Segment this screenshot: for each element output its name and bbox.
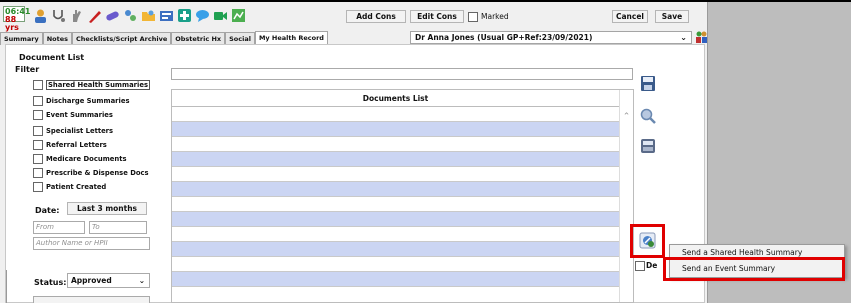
checkbox[interactable] — [33, 168, 43, 178]
filter-specialist-letters[interactable]: Specialist Letters — [33, 126, 113, 137]
filter-referral-letters[interactable]: Referral Letters — [33, 140, 107, 151]
save-button[interactable]: Save — [655, 10, 689, 23]
checkbox[interactable] — [33, 182, 43, 192]
message-icon[interactable] — [158, 7, 174, 23]
cancel-button[interactable]: Cancel — [612, 10, 648, 23]
search-button[interactable] — [33, 296, 150, 303]
list-item[interactable] — [172, 167, 619, 182]
tab-strip: Summary Notes Checklists/Script Archive … — [0, 31, 328, 45]
scroll-up-icon[interactable]: ⌃ — [620, 112, 633, 122]
documents-list[interactable]: Documents List ⌃ — [171, 89, 634, 303]
filter-label: Event Summaries — [46, 111, 113, 119]
marked-checkbox[interactable] — [468, 12, 478, 22]
filter-patient-created[interactable]: Patient Created — [33, 182, 106, 193]
list-item[interactable] — [172, 107, 619, 122]
filter-prescribe-dispense[interactable]: Prescribe & Dispense Docs — [33, 168, 149, 179]
send-document-icon[interactable] — [639, 232, 656, 249]
checkbox[interactable] — [33, 140, 43, 150]
sms-icon[interactable] — [194, 7, 210, 23]
add-icon[interactable] — [176, 7, 192, 23]
list-item[interactable] — [172, 182, 619, 197]
list-item[interactable] — [172, 197, 619, 212]
event-summary-highlight — [663, 257, 845, 281]
provider-select[interactable]: Dr Anna Jones (Usual GP+Ref:23/09/2021) … — [410, 31, 692, 44]
date-to-input[interactable]: To — [89, 221, 147, 234]
list-item[interactable] — [172, 227, 619, 242]
status-select[interactable]: Approved ⌄ — [67, 273, 150, 288]
marked-checkbox-group[interactable]: Marked — [468, 11, 509, 23]
checkbox[interactable] — [635, 261, 645, 271]
list-item[interactable] — [172, 152, 619, 167]
list-item[interactable] — [172, 212, 619, 227]
list-item[interactable] — [172, 137, 619, 152]
folder-icon[interactable] — [140, 7, 156, 23]
add-cons-button[interactable]: Add Cons — [346, 10, 406, 23]
magnifier-icon[interactable] — [640, 108, 656, 124]
date-label: Date: — [35, 206, 60, 215]
save-disk-icon[interactable] — [640, 75, 656, 92]
pill-icon[interactable] — [104, 7, 120, 23]
video-icon[interactable] — [212, 7, 228, 23]
checkbox[interactable] — [33, 96, 43, 106]
filter-label: Discharge Summaries — [46, 97, 130, 105]
filter-label: Medicare Documents — [46, 155, 127, 163]
list-item[interactable] — [172, 242, 619, 257]
author-input[interactable]: Author Name or HPII — [33, 237, 150, 250]
filter-event-summaries[interactable]: Event Summaries — [33, 110, 113, 121]
status-label: Status: — [34, 278, 67, 287]
patient-time-age: 06:41 88 yrs — [3, 6, 30, 32]
pen-icon[interactable] — [86, 7, 102, 23]
panel-divider — [6, 270, 9, 303]
chevron-down-icon: ⌄ — [680, 33, 687, 42]
filter-label: Specialist Letters — [46, 127, 114, 135]
marked-label: Marked — [481, 12, 509, 21]
filter-shared-health-summaries[interactable]: Shared Health Summaries — [33, 80, 151, 91]
chevron-down-icon: ⌄ — [138, 276, 145, 285]
patient-icon[interactable] — [32, 7, 48, 23]
filter-label: Patient Created — [46, 183, 107, 191]
tab-my-health-record[interactable]: My Health Record — [254, 31, 328, 45]
side-checkbox-group[interactable]: De — [635, 260, 659, 272]
calculator-icon[interactable] — [640, 138, 656, 154]
checkbox[interactable] — [33, 126, 43, 136]
side-checkbox-label: De — [646, 261, 658, 270]
edit-cons-button[interactable]: Edit Cons — [410, 10, 464, 23]
checkbox[interactable] — [33, 154, 43, 164]
document-list-title: Document List — [19, 53, 85, 62]
status-value: Approved — [71, 276, 112, 285]
checkbox[interactable] — [33, 110, 43, 120]
date-from-input[interactable]: From — [33, 221, 85, 234]
stethoscope-icon[interactable] — [50, 7, 66, 23]
scrollbar[interactable]: ⌃ — [619, 90, 633, 302]
checkbox[interactable] — [33, 80, 43, 90]
list-item[interactable] — [172, 257, 619, 272]
filter-label: Prescribe & Dispense Docs — [46, 169, 149, 177]
list-item[interactable] — [172, 272, 619, 287]
date-range-button[interactable]: Last 3 months — [67, 202, 147, 215]
chart-icon[interactable] — [230, 7, 246, 23]
age-label: 88 yrs — [5, 15, 19, 32]
filter-input[interactable] — [171, 68, 633, 80]
filter-discharge-summaries[interactable]: Discharge Summaries — [33, 96, 130, 107]
filter-label: Referral Letters — [46, 141, 107, 149]
hand-icon[interactable] — [68, 7, 84, 23]
list-item[interactable] — [172, 122, 619, 137]
toolbar-icons — [32, 7, 246, 25]
filter-label: Filter — [15, 65, 40, 74]
filter-label: Shared Health Summaries — [46, 80, 151, 90]
provider-value: Dr Anna Jones (Usual GP+Ref:23/09/2021) — [415, 33, 593, 42]
referral-icon[interactable] — [122, 7, 138, 23]
people-icon[interactable] — [695, 30, 708, 44]
documents-list-header: Documents List — [172, 90, 619, 107]
filter-medicare-documents[interactable]: Medicare Documents — [33, 154, 127, 165]
